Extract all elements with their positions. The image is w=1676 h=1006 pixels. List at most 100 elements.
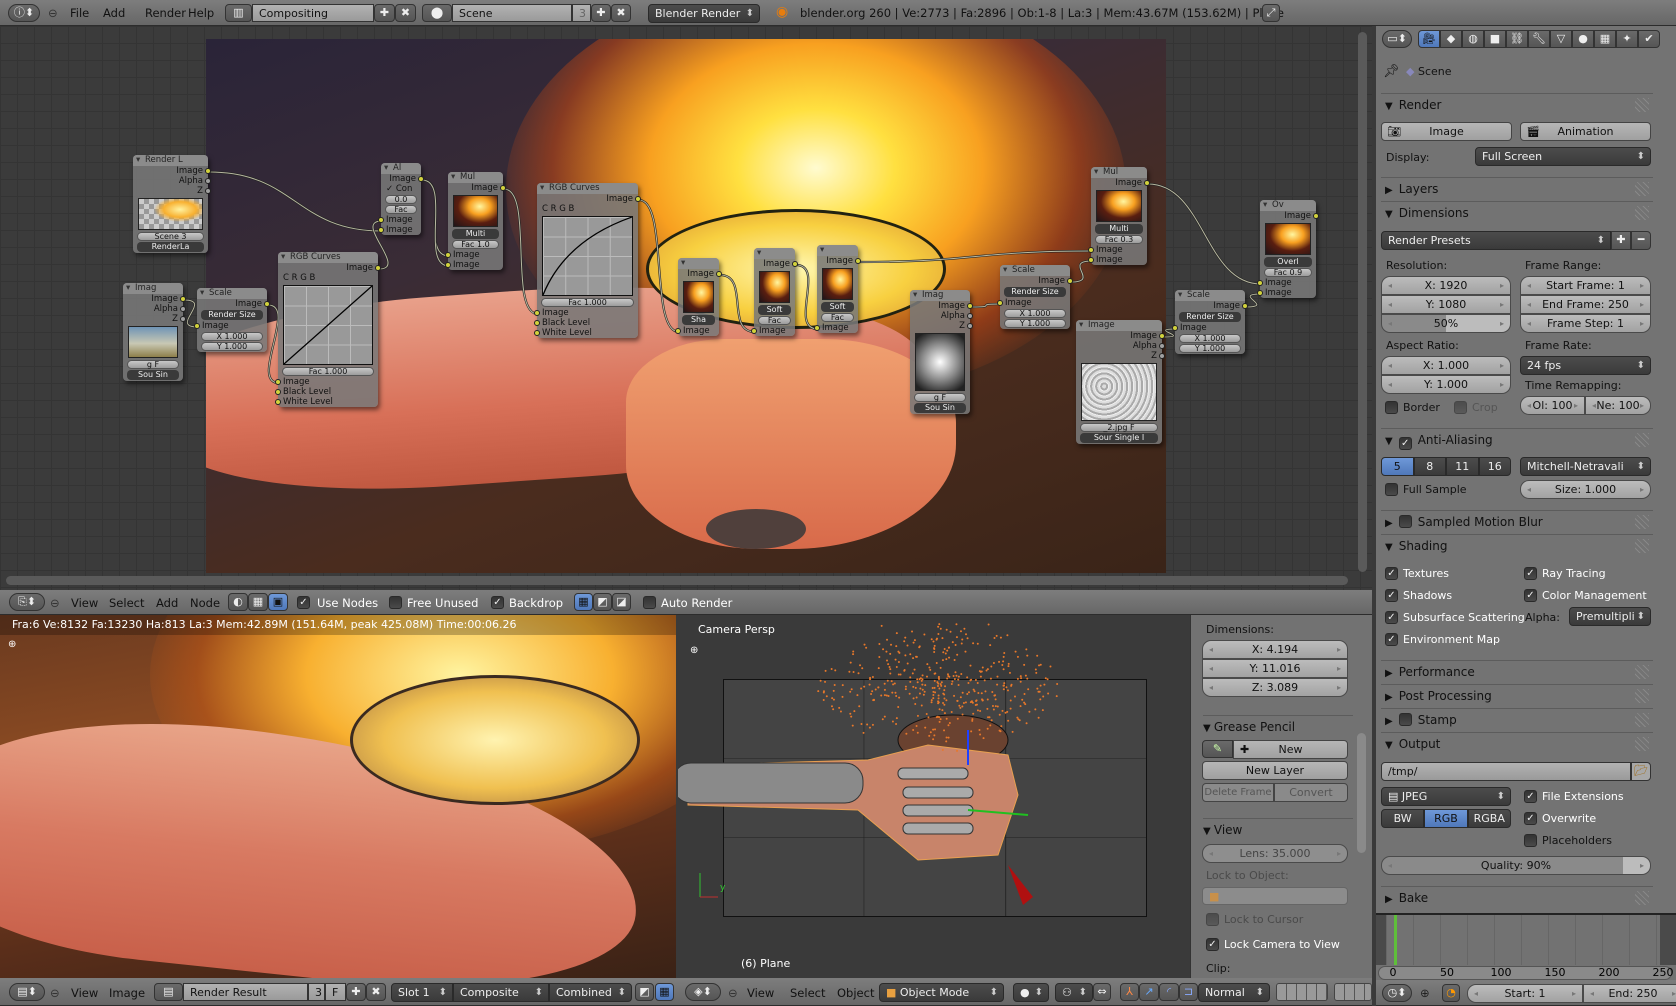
unlink-image-button[interactable]: ✖ [366,983,386,1001]
manipulator-scale-icon[interactable]: ⊐ [1179,983,1198,1001]
node-ov[interactable]: OvImageOverlFac 0.9ImageImage [1257,200,1319,298]
crop-checkbox[interactable] [1454,401,1467,414]
node-value-field[interactable]: X 1.000 [201,332,263,341]
menu-object[interactable]: Object [837,986,874,1000]
node-rgb-curves[interactable]: RGB CurvesImageC R G BFac 1.000ImageBlac… [275,252,381,407]
dimension-y-field[interactable]: Y: 11.016 [1202,659,1348,678]
node-title[interactable] [678,258,719,269]
socket-dot-icon[interactable] [997,300,1003,306]
socket-dot-icon[interactable] [1088,257,1094,263]
socket-dot-icon[interactable] [1313,213,1319,219]
node-value-field[interactable]: Fac 1.000 [541,298,634,307]
node-value-field[interactable]: Fac [821,313,854,322]
menu-image[interactable]: Image [109,986,145,1000]
auto-render-checkbox[interactable] [643,596,656,609]
end-frame-field[interactable]: End: 250 [1583,984,1676,1003]
aa-samples-8[interactable]: 8 [1413,457,1446,476]
file-browser-icon[interactable]: 📂︎ [1631,762,1651,781]
lens-field[interactable]: Lens: 35.000 [1202,844,1348,863]
socket-dot-icon[interactable] [1159,343,1165,349]
current-frame-indicator[interactable] [1394,915,1398,965]
delete-screen-button[interactable]: ✖ [395,4,416,22]
socket-dot-icon[interactable] [675,328,681,334]
stamp-checkbox[interactable] [1398,713,1412,726]
frame-ruler[interactable] [1378,966,1672,980]
node-dropdown[interactable]: Multi [452,229,499,239]
socket-dot-icon[interactable] [445,252,451,258]
node-value-field[interactable]: Scene 3 [137,232,204,241]
mode-dropdown[interactable]: ■ Object Mode [879,983,1004,1002]
start-frame-field[interactable]: Start: 1 [1467,984,1583,1003]
menu-select[interactable]: Select [109,596,144,610]
grease-pencil-icon[interactable]: ✎ [1202,740,1233,758]
socket-dot-icon[interactable] [967,323,973,329]
color-mode-rgba[interactable]: RGBA [1467,809,1511,828]
menu-render[interactable]: Render [145,6,186,20]
display-dropdown[interactable]: Full Screen [1475,147,1651,166]
node-dropdown[interactable]: RenderLa [137,242,204,252]
render-presets-dropdown[interactable]: Render Presets [1381,231,1611,250]
node-value-field[interactable]: Fac 0.9 [1264,268,1312,277]
socket-dot-icon[interactable] [534,320,540,326]
node-title[interactable]: Scale [1175,290,1245,301]
compositing-nodes-icon[interactable]: ▣ [268,593,288,611]
ray-tracing-checkbox[interactable]: ✓ [1524,567,1537,580]
modifiers-tab-icon[interactable]: 🔧︎ [1528,30,1550,48]
frame-rate-dropdown[interactable]: 24 fps [1520,356,1651,375]
grease-pencil-header[interactable]: ▼ Grease Pencil [1203,715,1353,734]
render-layer-dropdown[interactable]: Composite [453,983,549,1002]
node-image[interactable]: ImageImageAlphaZ_2.jpg FSour Single I [1076,320,1165,444]
socket-dot-icon[interactable] [194,323,200,329]
post-processing-panel-header[interactable]: ▶ Post Processing [1381,684,1653,706]
socket-dot-icon[interactable] [205,178,211,184]
socket-dot-icon[interactable] [534,330,540,336]
dimension-z-field[interactable]: Z: 3.089 [1202,678,1348,697]
node-title[interactable]: Render L [133,155,208,166]
viewport-shading-dropdown[interactable]: ● [1013,983,1049,1002]
particles-tab-icon[interactable]: ✦ [1616,30,1638,48]
node-value-field[interactable]: g F [914,393,966,402]
collapse-icon[interactable]: ⊖ [48,6,58,20]
node-editor-v-scrollbar[interactable] [1358,32,1367,572]
envmap-checkbox[interactable]: ✓ [1385,633,1398,646]
node-mix[interactable]: ImageSoftFacImage [751,248,798,336]
node-dropdown[interactable]: Render Size [1004,287,1066,297]
color-management-checkbox[interactable]: ✓ [1524,589,1537,602]
aa-filter-dropdown[interactable]: Mitchell-Netravali [1520,457,1651,476]
shadows-checkbox[interactable]: ✓ [1385,589,1398,602]
socket-dot-icon[interactable] [500,185,506,191]
socket-dot-icon[interactable] [635,196,641,202]
render-tab-icon[interactable]: 🎥︎ [1418,30,1440,48]
shader-nodes-icon[interactable]: ◐ [228,593,248,611]
border-checkbox[interactable] [1385,401,1398,414]
scene-layers[interactable] [1276,983,1328,1001]
anti-aliasing-checkbox[interactable]: ✓ [1398,437,1412,450]
node-title[interactable]: Imag [910,290,970,301]
node-value-field[interactable]: X 1.000 [1179,334,1241,343]
socket-dot-icon[interactable] [1067,278,1073,284]
socket-dot-icon[interactable] [378,227,384,233]
scene-icon[interactable]: ⬤ [422,4,452,22]
remap-old-field[interactable]: Ol: 100 [1520,396,1585,415]
node-mul[interactable]: MulImageMultiFac 0.3ImageImage [1088,167,1150,265]
collapse-icon[interactable]: ⊖ [50,986,60,1000]
file-format-dropdown[interactable]: ▤ JPEG [1381,787,1511,806]
menu-add[interactable]: Add [156,596,178,610]
motion-blur-panel-header[interactable]: ▶ Sampled Motion Blur [1381,510,1653,532]
node-mix[interactable]: ImageShaImage [675,258,722,336]
screen-layout-icon[interactable]: ▥ [225,4,252,22]
info-editor-type-icon[interactable]: ⓘ⬍ [8,4,40,22]
quality-slider[interactable]: Quality: 90% [1381,856,1651,875]
socket-dot-icon[interactable] [180,306,186,312]
scene-tab-icon[interactable]: ◆ [1440,30,1462,48]
delete-scene-button[interactable]: ✖ [611,4,631,22]
3d-viewport[interactable]: Camera Persp ⊕ y (6) Plane [678,615,1190,978]
node-value-field[interactable]: Fac [758,316,791,325]
node-dropdown[interactable]: Soft [821,302,854,312]
node-imag[interactable]: ImagImageAlphaZg FSou Sin [123,283,186,381]
editor-type-icon[interactable]: ◈⬍ [685,983,721,1001]
aspect-x-field[interactable]: X: 1.000 [1381,356,1511,375]
end-frame-field[interactable]: End Frame: 250 [1520,295,1651,314]
socket-dot-icon[interactable] [378,217,384,223]
node-value-field[interactable]: X 1.000 [1004,309,1066,318]
